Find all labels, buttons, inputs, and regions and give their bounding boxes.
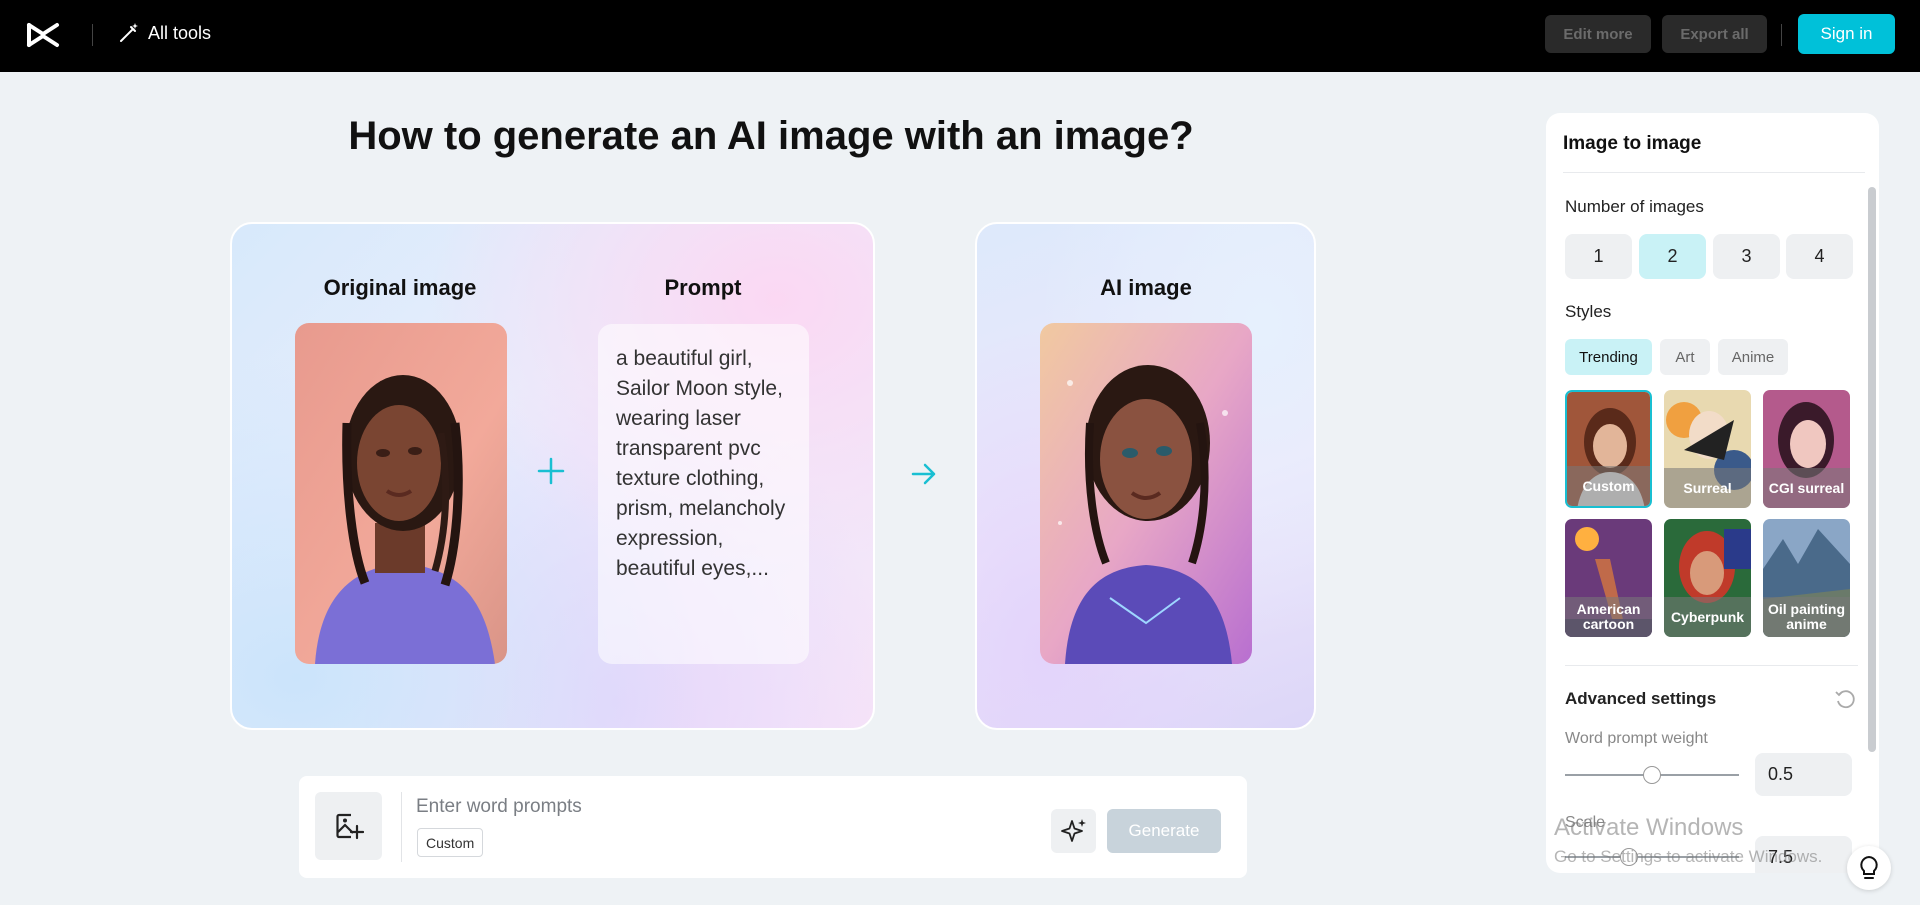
style-item-american-cartoon[interactable]: American cartoon	[1565, 519, 1652, 637]
panel-scrollbar[interactable]	[1868, 187, 1876, 752]
style-item-label: Oil painting anime	[1763, 597, 1850, 637]
divider	[92, 24, 93, 46]
word-prompt-weight-handle[interactable]	[1643, 766, 1661, 784]
example-prompt-text: a beautiful girl, Sailor Moon style, wea…	[598, 324, 809, 664]
style-item-label: CGI surreal	[1763, 468, 1850, 508]
upload-image-button[interactable]	[315, 792, 382, 860]
sign-in-button[interactable]: Sign in	[1798, 14, 1895, 54]
prompt-title: Prompt	[664, 275, 742, 300]
export-all-button[interactable]: Export all	[1662, 15, 1767, 53]
style-item-custom[interactable]: Custom	[1565, 390, 1652, 508]
divider	[401, 792, 402, 862]
tab-trending[interactable]: Trending	[1565, 339, 1652, 375]
styles-label: Styles	[1565, 302, 1612, 321]
generate-button[interactable]: Generate	[1107, 809, 1221, 853]
activate-windows-watermark: Activate Windows	[1554, 814, 1744, 841]
style-item-label: Surreal	[1664, 468, 1751, 508]
style-item-cgi-surreal[interactable]: CGI surreal	[1763, 390, 1850, 508]
word-prompt-weight-value[interactable]: 0.5	[1755, 753, 1852, 796]
activate-windows-hint: Go to Settings to activate Windows.	[1554, 847, 1823, 866]
edit-more-button[interactable]: Edit more	[1545, 15, 1651, 53]
magic-wand-icon	[120, 23, 138, 42]
plus-icon	[537, 457, 565, 485]
divider	[1781, 24, 1782, 46]
divider	[1563, 172, 1865, 173]
divider	[1565, 665, 1858, 666]
number-option-3[interactable]: 3	[1713, 234, 1780, 279]
help-button[interactable]	[1847, 846, 1891, 890]
ai-image-title: AI image	[1100, 275, 1192, 300]
lightbulb-icon	[1860, 855, 1878, 879]
style-item-label: American cartoon	[1565, 597, 1652, 637]
prompt-input[interactable]: Enter word prompts	[416, 796, 582, 818]
tab-anime[interactable]: Anime	[1718, 339, 1788, 375]
number-option-2[interactable]: 2	[1639, 234, 1706, 279]
ai-image	[1040, 323, 1252, 664]
style-item-label: Cyberpunk	[1664, 597, 1751, 637]
image-add-icon	[335, 813, 364, 840]
page-title: How to generate an AI image with an imag…	[348, 114, 1194, 158]
top-bar: All tools Edit more Export all Sign in	[0, 0, 1920, 72]
prompt-bar: Enter word prompts Custom Generate	[299, 776, 1247, 878]
style-item-oil-painting-anime[interactable]: Oil painting anime	[1763, 519, 1850, 637]
inspire-button[interactable]	[1051, 809, 1096, 853]
word-prompt-weight-label: Word prompt weight	[1565, 730, 1708, 747]
number-option-4[interactable]: 4	[1786, 234, 1853, 279]
advanced-settings-label: Advanced settings	[1565, 689, 1717, 708]
all-tools-label: All tools	[148, 22, 212, 43]
style-tag[interactable]: Custom	[417, 828, 484, 857]
number-of-images-label: Number of images	[1565, 197, 1704, 216]
original-image-title: Original image	[323, 275, 477, 300]
style-item-cyberpunk[interactable]: Cyberpunk	[1664, 519, 1751, 637]
all-tools-button[interactable]: All tools	[118, 22, 211, 44]
original-image	[295, 323, 507, 664]
style-item-surreal[interactable]: Surreal	[1664, 390, 1751, 508]
sparkle-icon	[1060, 819, 1086, 842]
arrow-right-icon	[911, 463, 936, 485]
panel-title: Image to image	[1563, 133, 1702, 154]
style-item-label: Custom	[1567, 466, 1650, 506]
settings-panel: Image to image Number of images 1 2 3 4 …	[1546, 113, 1879, 873]
tab-art[interactable]: Art	[1660, 339, 1710, 375]
reset-icon[interactable]	[1834, 688, 1856, 710]
number-option-1[interactable]: 1	[1565, 234, 1632, 279]
capcut-logo-icon[interactable]	[26, 20, 60, 50]
